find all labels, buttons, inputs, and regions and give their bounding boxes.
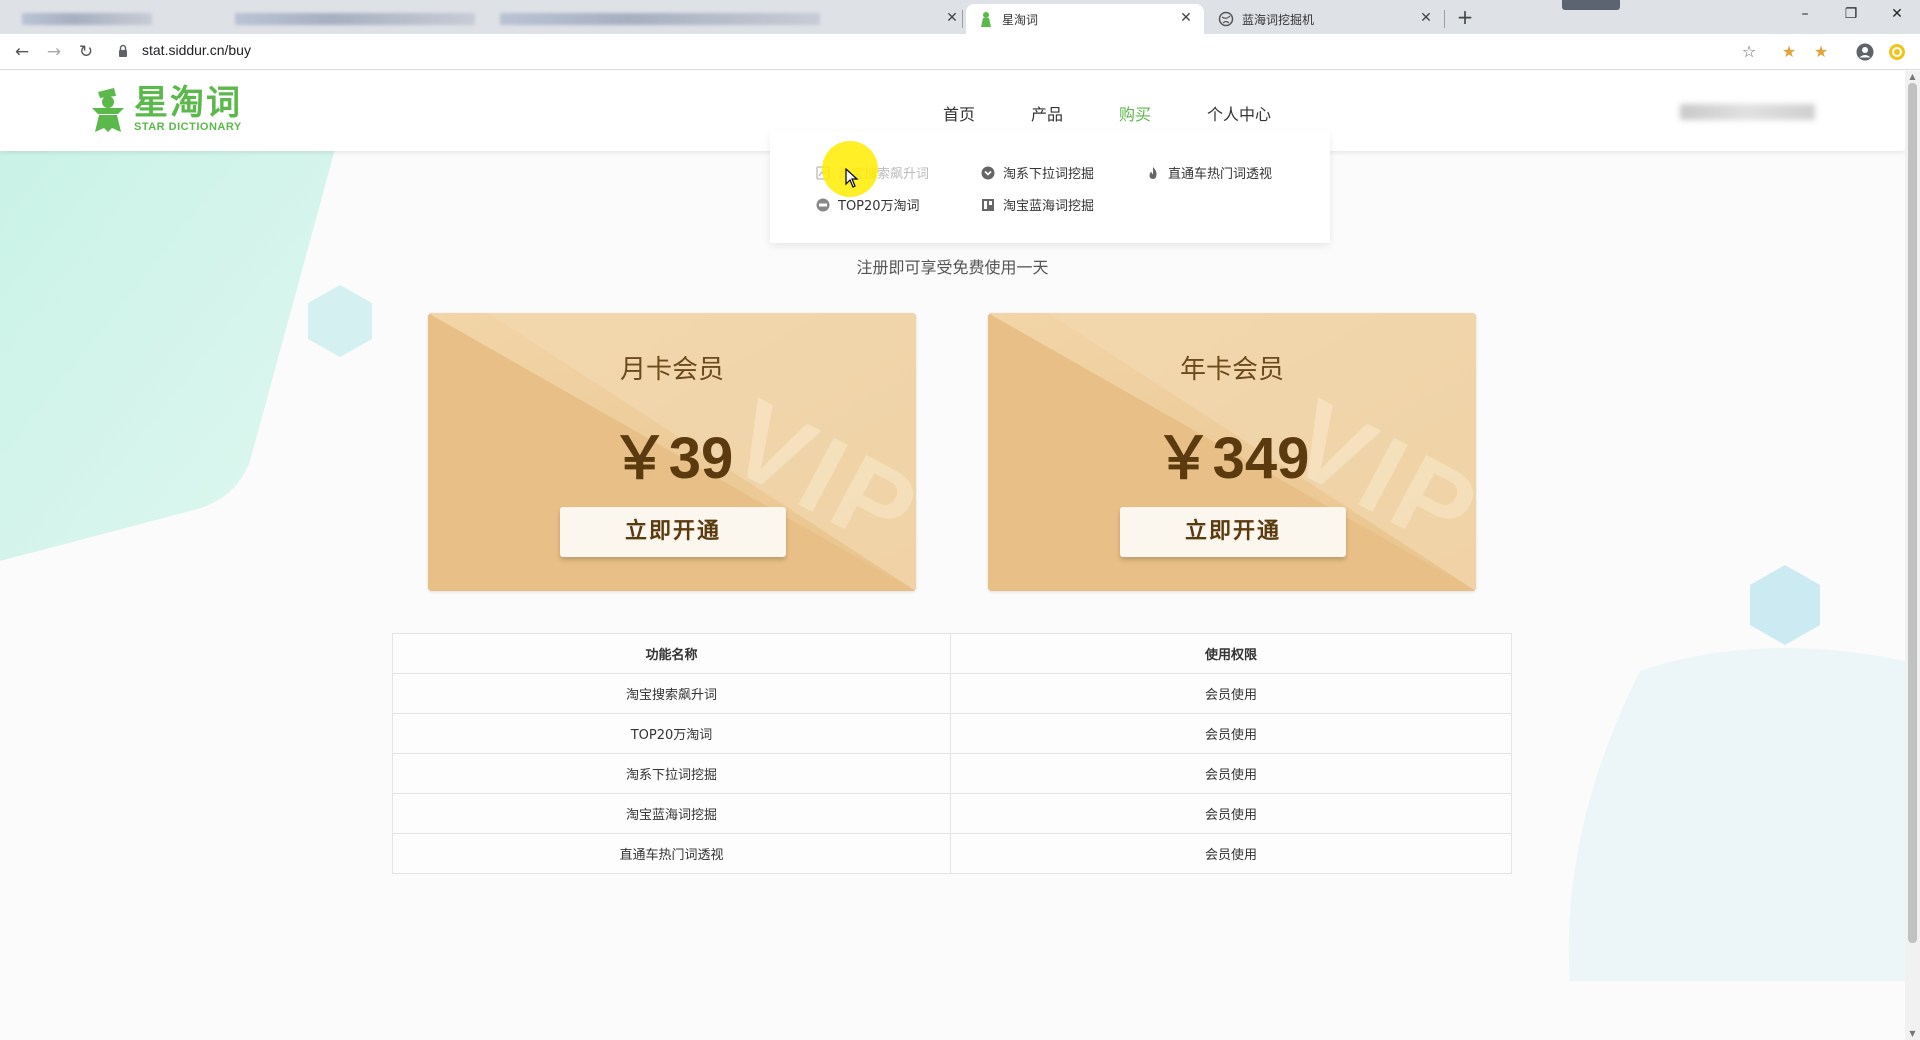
column-header-permission: 使用权限	[950, 633, 1512, 674]
logo-title: 星淘词	[134, 83, 242, 123]
tab-title: 蓝海词挖掘机	[1242, 12, 1315, 27]
browser-tab-blurred[interactable]: ✕	[10, 4, 970, 34]
extension-star-icon[interactable]: ★	[1780, 43, 1798, 61]
plan-price: ￥39	[610, 426, 734, 491]
nav-buy[interactable]: 购买	[1119, 101, 1151, 125]
new-tab-button[interactable]: +	[1453, 6, 1477, 30]
permission-cell: 会员使用	[950, 793, 1512, 834]
plan-title: 月卡会员	[619, 355, 724, 385]
top-badge-icon	[816, 198, 830, 211]
dropdown-item-blue-ocean[interactable]: 淘宝蓝海词挖掘	[981, 195, 1094, 214]
table-header-row: 功能名称 使用权限	[392, 633, 1512, 674]
permission-cell: 会员使用	[950, 753, 1512, 794]
table-row: 淘系下拉词挖掘 会员使用	[392, 753, 1512, 794]
column-header-feature: 功能名称	[392, 633, 951, 674]
browser-tab[interactable]: 蓝海词挖掘机 ✕	[1206, 4, 1444, 34]
tab-title: 星淘词	[1002, 12, 1039, 27]
dropdown-item-top20[interactable]: TOP20万淘词	[816, 195, 920, 214]
page-scrollbar[interactable]: ▲ ▼	[1905, 71, 1920, 1040]
star-dictionary-favicon-icon	[981, 12, 991, 27]
feature-name-cell: 淘宝搜索飙升词	[392, 673, 951, 714]
permission-cell: 会员使用	[950, 833, 1512, 874]
globe-icon	[1218, 11, 1234, 27]
feature-name-cell: 淘系下拉词挖掘	[392, 753, 951, 794]
scrollbar-thumb[interactable]	[1908, 83, 1917, 943]
mascot-logo-icon	[92, 88, 124, 132]
close-tab-icon[interactable]: ✕	[1418, 10, 1434, 26]
feature-name-cell: 淘宝蓝海词挖掘	[392, 793, 951, 834]
browser-tab-strip: ✕ 星淘词 ✕ 蓝海词挖掘机 ✕ + – ❐ ✕	[0, 0, 1920, 34]
plan-price: ￥349	[1154, 426, 1310, 491]
feature-name-cell: 直通车热门词透视	[392, 833, 951, 874]
lock-icon	[119, 44, 127, 57]
fire-icon	[1149, 166, 1157, 179]
minimize-button[interactable]: –	[1782, 0, 1828, 30]
plan-card-monthly: VIP 月卡会员 ￥39 立即开通	[428, 313, 916, 591]
table-row: 直通车热门词透视 会员使用	[392, 833, 1512, 874]
feature-permission-table: 功能名称 使用权限 淘宝搜索飙升词 会员使用 TOP20万淘词 会员使用 淘系下…	[392, 633, 1512, 874]
background-blue-shape	[1568, 648, 1905, 981]
close-window-button[interactable]: ✕	[1874, 0, 1920, 30]
mouse-pointer-icon	[845, 168, 859, 188]
feature-name-cell: TOP20万淘词	[392, 713, 951, 754]
nav-home[interactable]: 首页	[943, 101, 975, 125]
user-account-blurred[interactable]	[1680, 104, 1815, 120]
profile-icon[interactable]	[1856, 43, 1874, 61]
close-tab-icon[interactable]: ✕	[944, 10, 960, 26]
nav-products[interactable]: 产品	[1031, 101, 1063, 125]
chevron-circle-icon	[981, 166, 995, 179]
table-row: 淘宝搜索飙升词 会员使用	[392, 673, 1512, 714]
forward-arrow-icon[interactable]: →	[42, 40, 66, 64]
extension-star-icon[interactable]: ★	[1812, 43, 1830, 61]
free-trial-notice: 注册即可享受免费使用一天	[856, 258, 1049, 277]
close-tab-icon[interactable]: ✕	[1178, 10, 1194, 26]
grid-icon	[982, 198, 994, 211]
background-teal-shape	[0, 131, 340, 561]
restore-button[interactable]: ❐	[1828, 0, 1874, 30]
permission-cell: 会员使用	[950, 673, 1512, 714]
table-row: TOP20万淘词 会员使用	[392, 713, 1512, 754]
plan-title: 年卡会员	[1179, 355, 1284, 385]
bookmark-star-icon[interactable]: ☆	[1740, 43, 1758, 61]
logo-subtitle: STAR DICTIONARY	[134, 121, 242, 133]
dropdown-item-hot-words[interactable]: 直通车热门词透视	[1146, 163, 1272, 182]
extension-icon[interactable]	[1888, 43, 1906, 61]
scroll-down-arrow-icon[interactable]: ▼	[1905, 1028, 1920, 1040]
table-row: 淘宝蓝海词挖掘 会员使用	[392, 793, 1512, 834]
activate-yearly-button[interactable]: 立即开通	[1120, 507, 1346, 557]
activate-monthly-button[interactable]: 立即开通	[560, 507, 786, 557]
back-arrow-icon[interactable]: ←	[10, 40, 34, 64]
site-logo[interactable]: 星淘词 STAR DICTIONARY	[88, 83, 248, 135]
browser-tab-active[interactable]: 星淘词 ✕	[966, 4, 1204, 34]
reload-icon[interactable]: ↻	[74, 40, 98, 64]
address-bar[interactable]: stat.siddur.cn/buy	[142, 42, 251, 58]
scroll-up-arrow-icon[interactable]: ▲	[1905, 71, 1920, 83]
background-hexagon-shape	[308, 285, 372, 357]
plan-card-yearly: VIP 年卡会员 ￥349 立即开通	[988, 313, 1476, 591]
browser-toolbar: ← → ↻ stat.siddur.cn/buy ☆ ★ ★	[0, 34, 1920, 70]
nav-user-center[interactable]: 个人中心	[1207, 101, 1271, 125]
permission-cell: 会员使用	[950, 713, 1512, 754]
tab-preview-thumbnail	[1562, 0, 1620, 10]
page-viewport: 星淘词 STAR DICTIONARY 首页 产品 购买 个人中心 淘宝搜索飙升…	[0, 71, 1905, 1040]
dropdown-item-dropdown-words[interactable]: 淘系下拉词挖掘	[981, 163, 1094, 182]
